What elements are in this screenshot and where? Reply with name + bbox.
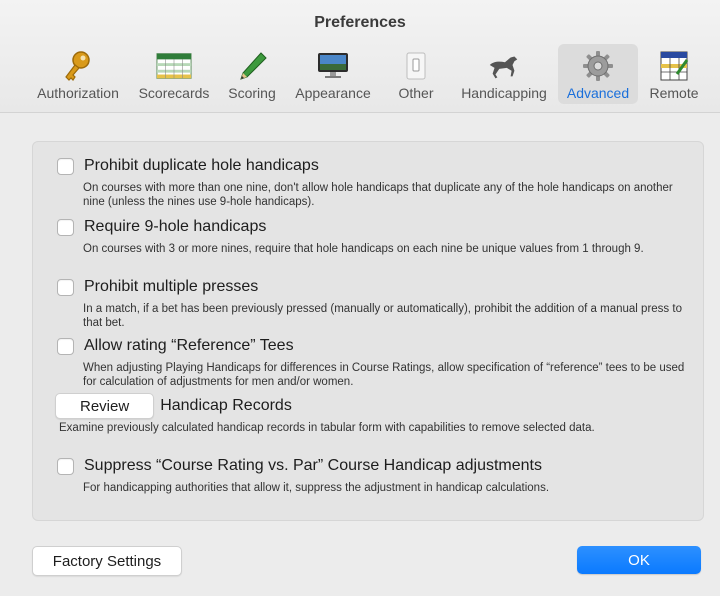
review-handicap-records-row: Review Handicap Records Examine previous… (55, 393, 687, 435)
tab-label: Scoring (228, 85, 276, 101)
tab-handicapping[interactable]: Handicapping (456, 44, 552, 104)
tab-other[interactable]: Other (390, 44, 442, 104)
option-suppress-course-rating-vs-par: Suppress “Course Rating vs. Par” Course … (57, 454, 687, 495)
option-require-9-hole-handicaps: Require 9-hole handicaps On courses with… (57, 215, 687, 256)
review-label: Handicap Records (160, 397, 292, 414)
option-prohibit-multiple-presses: Prohibit multiple presses In a match, if… (57, 275, 687, 330)
option-description: In a match, if a bet has been previously… (83, 303, 682, 329)
tab-label: Advanced (566, 85, 630, 101)
option-label: Require 9-hole handicaps (84, 218, 267, 235)
option-label: Prohibit duplicate hole handicaps (84, 157, 319, 174)
option-prohibit-duplicate-hole-handicaps: Prohibit duplicate hole handicaps On cou… (57, 154, 687, 209)
key-icon (60, 48, 96, 84)
option-label: Prohibit multiple presses (84, 278, 259, 295)
review-button[interactable]: Review (55, 393, 155, 419)
option-description: For handicapping authorities that allow … (83, 482, 550, 494)
tab-label: Authorization (37, 85, 119, 101)
allow-rating-reference-tees-checkbox[interactable] (57, 337, 74, 355)
option-description: On courses with more than one nine, don'… (83, 182, 673, 208)
option-label: Allow rating “Reference” Tees (84, 337, 294, 354)
tab-label: Handicapping (461, 85, 547, 101)
tab-appearance[interactable]: Appearance (290, 44, 376, 104)
tab-remote[interactable]: Remote (646, 44, 702, 104)
switch-icon (398, 48, 434, 84)
tab-label: Scorecards (138, 85, 210, 101)
horse-icon (486, 48, 522, 84)
tab-scorecards[interactable]: Scorecards (132, 44, 216, 104)
factory-settings-button[interactable]: Factory Settings (32, 546, 182, 576)
tab-label: Remote (649, 85, 699, 101)
preferences-window: Preferences Authorization Scorecards Sco… (0, 0, 720, 596)
gear-icon (580, 48, 616, 84)
monitor-icon (315, 48, 351, 84)
scorepad-icon (656, 48, 692, 84)
pencil-icon (234, 48, 270, 84)
option-label: Suppress “Course Rating vs. Par” Course … (84, 457, 542, 474)
option-description: When adjusting Playing Handicaps for dif… (83, 362, 685, 388)
review-description: Examine previously calculated handicap r… (59, 422, 595, 434)
option-description: On courses with 3 or more nines, require… (83, 243, 644, 255)
advanced-options-panel: Prohibit duplicate hole handicaps On cou… (32, 141, 704, 521)
tab-advanced[interactable]: Advanced (558, 44, 638, 104)
prohibit-duplicate-hole-handicaps-checkbox[interactable] (57, 157, 74, 175)
option-allow-rating-reference-tees: Allow rating “Reference” Tees When adjus… (57, 334, 687, 389)
prohibit-multiple-presses-checkbox[interactable] (57, 278, 74, 296)
tab-label: Other (398, 85, 434, 101)
require-9-hole-handicaps-checkbox[interactable] (57, 218, 74, 236)
suppress-course-rating-vs-par-checkbox[interactable] (57, 457, 74, 475)
tab-label: Appearance (295, 85, 371, 101)
window-title: Preferences (314, 14, 406, 31)
ok-button[interactable]: OK (577, 546, 701, 574)
scorecard-icon (156, 48, 192, 84)
toolbar: Preferences Authorization Scorecards Sco… (0, 0, 720, 113)
tab-scoring[interactable]: Scoring (222, 44, 282, 104)
tab-authorization[interactable]: Authorization (26, 44, 130, 104)
